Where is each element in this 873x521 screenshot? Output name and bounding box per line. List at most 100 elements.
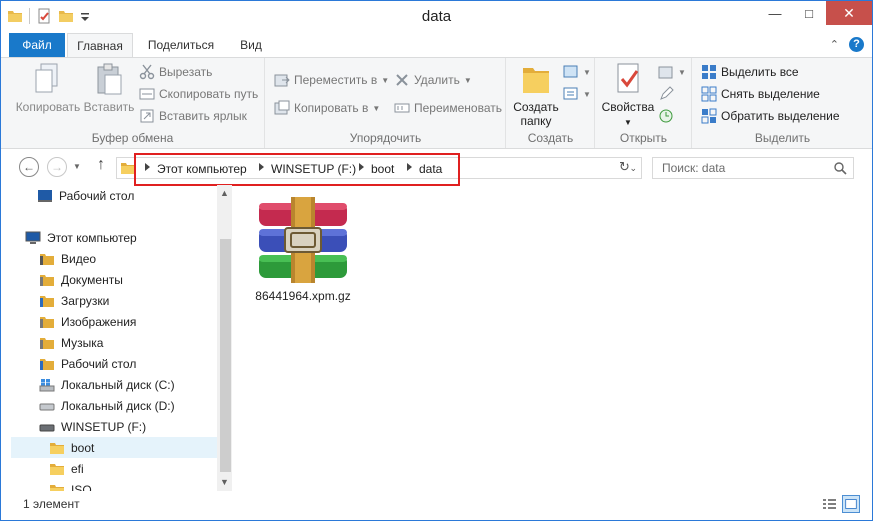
rename-icon <box>394 103 410 113</box>
open-group: Свойства ▼ ▼ Открыть <box>596 58 692 148</box>
open-group-label: Открыть <box>619 131 668 145</box>
rename-button[interactable]: Переименовать <box>394 98 502 118</box>
winrar-archive-icon <box>259 197 347 283</box>
help-icon[interactable]: ? <box>849 37 864 52</box>
nav-item-drive-d[interactable]: Локальный диск (D:) <box>39 395 232 416</box>
nav-item-pictures[interactable]: Изображения <box>39 311 232 332</box>
nav-item-this-pc[interactable]: Этот компьютер <box>25 227 230 248</box>
paste-shortcut-button[interactable]: Вставить ярлык <box>139 106 247 126</box>
desktop-icon <box>38 189 52 202</box>
copy-to-label: Копировать в <box>294 101 369 115</box>
chevron-down-icon: ▼ <box>463 75 472 85</box>
scroll-down-icon[interactable]: ▼ <box>217 475 232 489</box>
ribbon-tab-tools: ⌃ ? <box>830 37 864 52</box>
address-history-dropdown-icon[interactable]: ⌄ <box>629 163 637 174</box>
copy-label: Копировать <box>15 100 81 114</box>
nav-item-label: efi <box>71 461 84 476</box>
new-group: Создать папку ▼ ▼ Создать <box>507 58 595 148</box>
new-item-button[interactable]: ▼ <box>563 62 591 82</box>
easy-access-button[interactable]: ▼ <box>563 84 591 104</box>
new-folder-button[interactable]: Создать папку <box>511 62 561 128</box>
nav-item-label: ISO <box>71 482 92 492</box>
file-item[interactable]: 86441964.xpm.gz <box>253 197 353 303</box>
back-button[interactable]: ← <box>19 157 39 177</box>
edit-button[interactable] <box>658 84 674 104</box>
delete-label: Удалить <box>414 73 460 87</box>
nav-item-label: Музыка <box>61 335 104 350</box>
nav-item-label: Рабочий стол <box>59 188 135 203</box>
nav-item-label: Этот компьютер <box>47 230 137 245</box>
copy-path-button[interactable]: Скопировать путь <box>139 84 258 104</box>
collapse-ribbon-icon[interactable]: ⌃ <box>830 38 839 51</box>
copy-to-button[interactable]: Копировать в ▼ <box>274 98 380 118</box>
tab-view[interactable]: Вид <box>229 33 273 57</box>
history-icon <box>659 109 673 123</box>
maximize-icon: □ <box>805 5 813 21</box>
refresh-icon[interactable]: ↻ <box>619 159 630 175</box>
search-input[interactable]: Поиск: data <box>652 157 854 179</box>
close-button[interactable]: ✕ <box>826 1 872 25</box>
select-all-button[interactable]: Выделить все <box>701 62 799 82</box>
up-button[interactable]: ↑ <box>97 156 105 174</box>
documents-folder-icon <box>40 274 54 286</box>
nav-item-iso[interactable]: ISO <box>49 479 232 491</box>
move-to-button[interactable]: Переместить в ▼ <box>274 70 389 90</box>
history-button[interactable] <box>658 106 674 126</box>
view-switcher <box>820 495 860 513</box>
chevron-down-icon[interactable]: ▼ <box>73 162 81 171</box>
windows-drive-icon <box>39 378 55 391</box>
new-item-icon <box>563 65 578 78</box>
nav-item-desktop-folder[interactable]: Рабочий стол <box>39 353 232 374</box>
nav-item-documents[interactable]: Документы <box>39 269 232 290</box>
nav-item-drive-f[interactable]: WINSETUP (F:) <box>39 416 232 437</box>
open-button[interactable]: ▼ <box>658 62 686 82</box>
new-group-label: Создать <box>527 131 574 145</box>
minimize-icon: — <box>768 5 782 21</box>
pictures-folder-icon <box>40 316 54 328</box>
chevron-down-icon: ▼ <box>678 67 686 77</box>
nav-item-label: boot <box>71 440 95 455</box>
nav-item-music[interactable]: Музыка <box>39 332 232 353</box>
search-icon <box>834 162 847 175</box>
new-folder-label-line1: Создать <box>513 100 559 114</box>
nav-pane-scroll-thumb[interactable] <box>220 239 231 472</box>
nav-item-drive-c[interactable]: Локальный диск (C:) <box>39 374 232 395</box>
tab-share[interactable]: Поделиться <box>139 33 223 57</box>
copy-button[interactable]: Копировать <box>15 62 81 114</box>
title-bar: data — □ ✕ <box>1 1 872 31</box>
paste-button[interactable]: Вставить <box>81 62 137 114</box>
tab-file[interactable]: Файл <box>9 33 65 57</box>
details-view-icon[interactable] <box>820 495 838 513</box>
maximize-button[interactable]: □ <box>792 1 826 25</box>
forward-button[interactable]: → <box>47 157 67 177</box>
nav-item-downloads[interactable]: Загрузки <box>39 290 232 311</box>
tab-home[interactable]: Главная <box>67 33 133 58</box>
address-highlight-box <box>134 153 460 186</box>
clipboard-group: Копировать Вставить Вырезать Скопировать… <box>1 58 265 148</box>
status-bar: 1 элемент <box>1 491 872 520</box>
scroll-up-icon[interactable]: ▲ <box>217 186 232 200</box>
select-none-button[interactable]: Снять выделение <box>701 84 820 104</box>
computer-icon <box>25 231 41 244</box>
invert-selection-button[interactable]: Обратить выделение <box>701 106 840 126</box>
chevron-down-icon: ▼ <box>583 89 591 99</box>
nav-item-boot[interactable]: boot <box>11 437 217 458</box>
open-icon <box>658 66 673 79</box>
minimize-button[interactable]: — <box>758 1 792 25</box>
navigation-pane: Рабочий стол Этот компьютер Видео Докуме… <box>1 185 232 491</box>
nav-item-label: WINSETUP (F:) <box>61 419 147 434</box>
properties-button[interactable]: Свойства ▼ <box>600 62 656 130</box>
nav-item-desktop[interactable]: Рабочий стол <box>37 185 232 206</box>
nav-item-label: Документы <box>61 272 123 287</box>
new-folder-label-line2: папку <box>520 114 552 128</box>
search-placeholder: Поиск: data <box>662 161 726 175</box>
nav-item-efi[interactable]: efi <box>49 458 232 479</box>
explorer-window: data — □ ✕ Файл Главная Поделиться Вид ⌃… <box>0 0 873 521</box>
chevron-down-icon: ▼ <box>624 118 632 127</box>
cut-button[interactable]: Вырезать <box>139 62 212 82</box>
nav-item-video[interactable]: Видео <box>39 248 232 269</box>
easy-access-icon <box>563 87 578 100</box>
properties-icon <box>617 63 639 93</box>
large-icons-view-icon[interactable] <box>842 495 860 513</box>
delete-button[interactable]: Удалить ▼ <box>394 70 472 90</box>
